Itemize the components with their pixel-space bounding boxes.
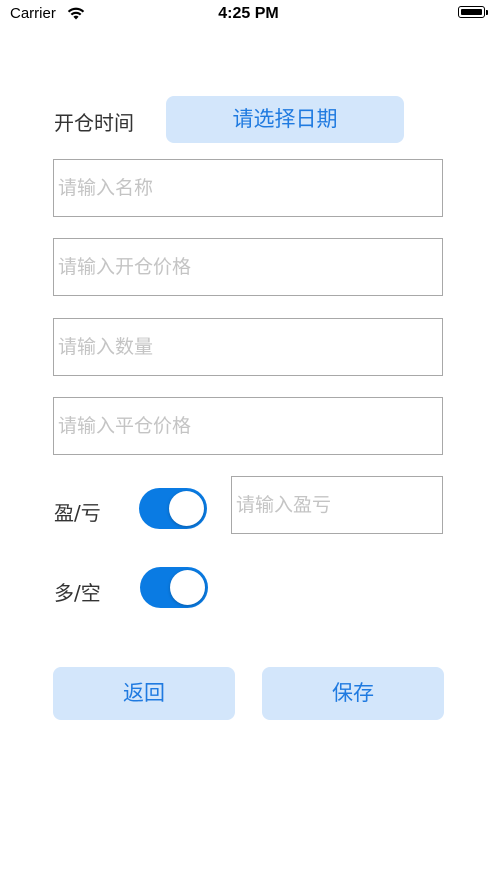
long-short-toggle[interactable] [140,567,208,608]
back-button[interactable]: 返回 [53,667,235,720]
name-input[interactable] [53,159,443,217]
profit-loss-toggle[interactable] [139,488,207,529]
toggle-knob [170,570,205,605]
open-price-input[interactable] [53,238,443,296]
profit-loss-label: 盈/亏 [54,501,101,525]
close-price-input[interactable] [53,397,443,455]
quantity-input[interactable] [53,318,443,376]
profit-loss-input[interactable] [231,476,443,534]
open-time-label: 开仓时间 [54,111,134,135]
battery-cap [486,10,488,15]
save-button[interactable]: 保存 [262,667,444,720]
toggle-knob [169,491,204,526]
battery-icon [458,6,485,18]
long-short-label: 多/空 [54,581,101,605]
status-time: 4:25 PM [218,5,279,22]
select-date-button[interactable]: 请选择日期 [166,96,404,143]
